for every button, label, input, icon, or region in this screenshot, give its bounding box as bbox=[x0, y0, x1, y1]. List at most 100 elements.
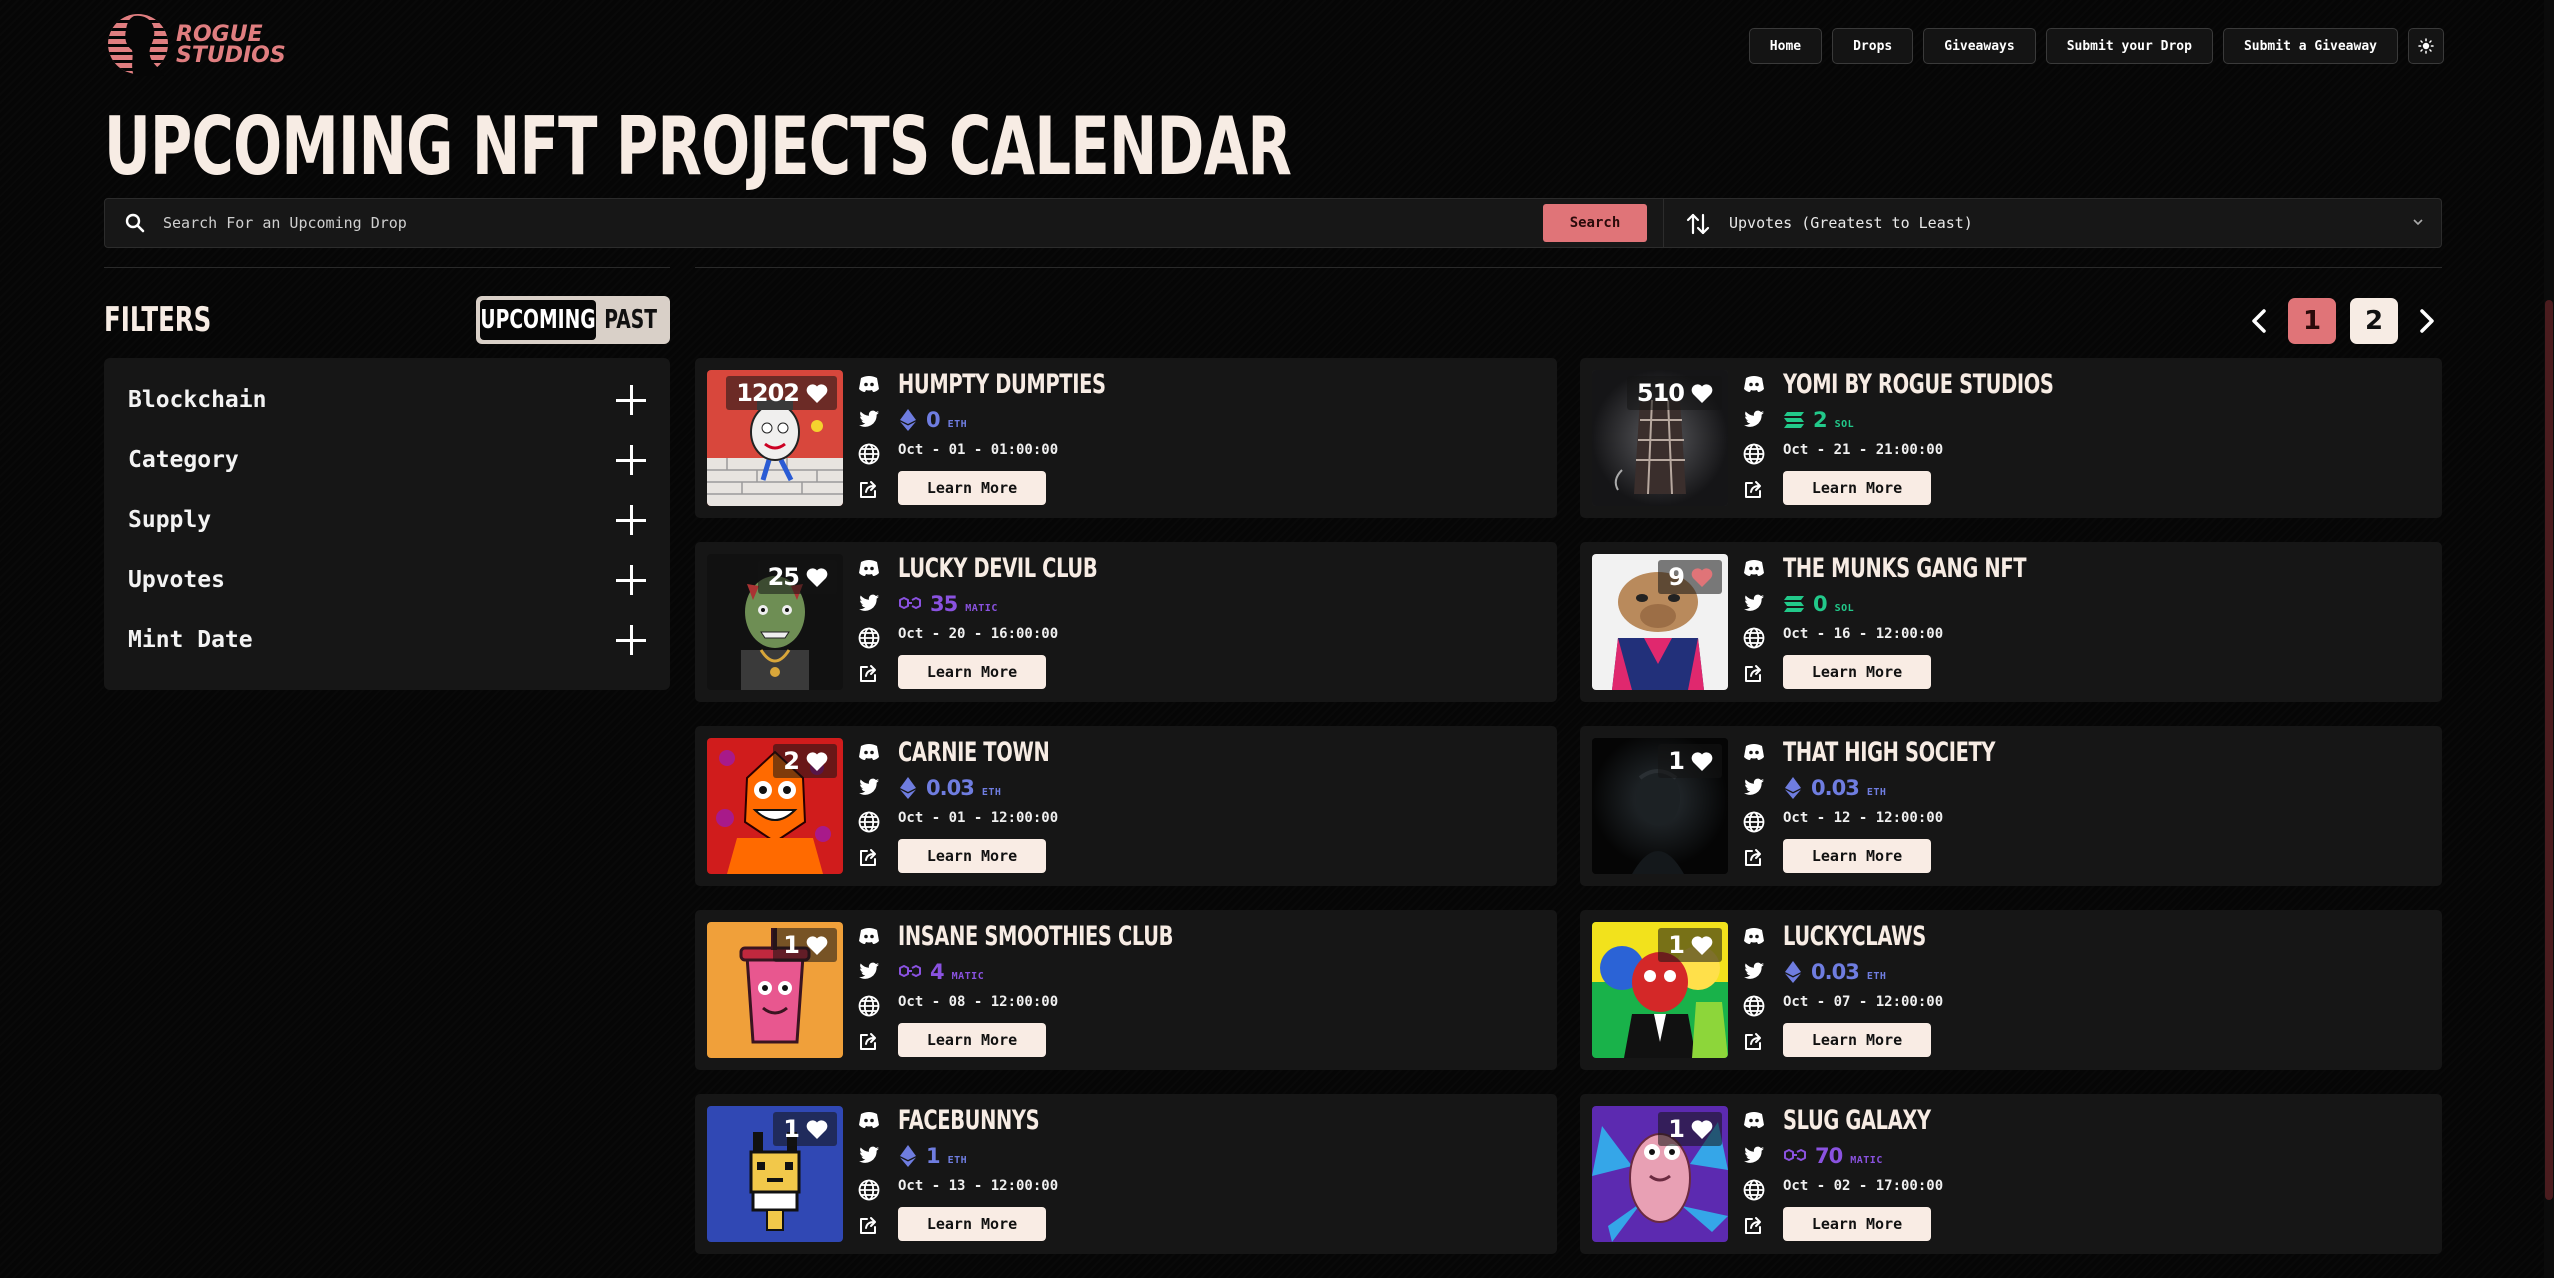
learn-more-button[interactable]: Learn More bbox=[898, 471, 1046, 505]
share-icon[interactable] bbox=[1742, 477, 1766, 501]
project-image[interactable]: 9 bbox=[1592, 554, 1728, 690]
learn-more-button[interactable]: Learn More bbox=[898, 655, 1046, 689]
globe-icon[interactable] bbox=[857, 994, 881, 1018]
page-2-button[interactable]: 2 bbox=[2350, 298, 2398, 344]
plus-icon[interactable] bbox=[616, 505, 646, 535]
project-image[interactable]: 1 bbox=[1592, 1106, 1728, 1242]
project-card[interactable]: 9 THE MUNKS GANG NFT 0 SOL Oct - 16 - 12:00:… bbox=[1580, 542, 2442, 702]
globe-icon[interactable] bbox=[1742, 1178, 1766, 1202]
globe-icon[interactable] bbox=[857, 626, 881, 650]
discord-icon[interactable] bbox=[1742, 556, 1766, 580]
nav-submit-giveaway-button[interactable]: Submit a Giveaway bbox=[2222, 28, 2398, 64]
rogue-studios-logo[interactable]: ROGUE STUDIOS bbox=[104, 10, 286, 76]
project-image[interactable]: 2 bbox=[707, 738, 843, 874]
upvote-button[interactable]: 510 bbox=[1626, 376, 1722, 410]
upvote-button[interactable]: 1 bbox=[773, 1112, 837, 1146]
sort-select[interactable]: Upvotes (Greatest to Least) bbox=[1729, 214, 1973, 232]
discord-icon[interactable] bbox=[857, 1108, 881, 1132]
project-card[interactable]: 1202 HUMPTY DUMPTIES 0 ETH Oct - 01 - 01:00:… bbox=[695, 358, 1557, 518]
globe-icon[interactable] bbox=[1742, 810, 1766, 834]
share-icon[interactable] bbox=[857, 845, 881, 869]
project-card[interactable]: 2 CARNIE TOWN 0.03 ETH Oct - 01 - 12:00:00 Le… bbox=[695, 726, 1557, 886]
upvote-button[interactable]: 2 bbox=[773, 744, 837, 778]
upvote-button[interactable]: 1 bbox=[773, 928, 837, 962]
share-icon[interactable] bbox=[857, 1029, 881, 1053]
learn-more-button[interactable]: Learn More bbox=[898, 839, 1046, 873]
discord-icon[interactable] bbox=[1742, 372, 1766, 396]
discord-icon[interactable] bbox=[1742, 740, 1766, 764]
project-image[interactable]: 1 bbox=[707, 1106, 843, 1242]
discord-icon[interactable] bbox=[857, 372, 881, 396]
project-image[interactable]: 1 bbox=[1592, 922, 1728, 1058]
learn-more-button[interactable]: Learn More bbox=[898, 1023, 1046, 1057]
globe-icon[interactable] bbox=[1742, 626, 1766, 650]
learn-more-button[interactable]: Learn More bbox=[1783, 1023, 1931, 1057]
next-page-button[interactable] bbox=[2412, 298, 2442, 344]
project-card[interactable]: 1 SLUG GALAXY 70 MATIC Oct - 02 - 17:00:00 Le… bbox=[1580, 1094, 2442, 1254]
globe-icon[interactable] bbox=[857, 1178, 881, 1202]
twitter-icon[interactable] bbox=[857, 959, 881, 983]
twitter-icon[interactable] bbox=[857, 1143, 881, 1167]
discord-icon[interactable] bbox=[857, 740, 881, 764]
filter-blockchain[interactable]: Blockchain bbox=[128, 370, 646, 430]
share-icon[interactable] bbox=[1742, 661, 1766, 685]
search-button[interactable]: Search bbox=[1543, 204, 1647, 242]
nav-giveaways-button[interactable]: Giveaways bbox=[1923, 28, 2036, 64]
project-image[interactable]: 1202 bbox=[707, 370, 843, 506]
discord-icon[interactable] bbox=[857, 556, 881, 580]
project-image[interactable]: 1 bbox=[1592, 738, 1728, 874]
share-icon[interactable] bbox=[1742, 845, 1766, 869]
nav-home-button[interactable]: Home bbox=[1748, 28, 1823, 64]
share-icon[interactable] bbox=[857, 1213, 881, 1237]
upvote-button[interactable]: 1 bbox=[1658, 928, 1722, 962]
discord-icon[interactable] bbox=[1742, 1108, 1766, 1132]
plus-icon[interactable] bbox=[616, 625, 646, 655]
share-icon[interactable] bbox=[1742, 1213, 1766, 1237]
plus-icon[interactable] bbox=[616, 445, 646, 475]
twitter-icon[interactable] bbox=[1742, 407, 1766, 431]
chevron-down-icon[interactable] bbox=[2411, 215, 2425, 229]
filter-category[interactable]: Category bbox=[128, 430, 646, 490]
share-icon[interactable] bbox=[857, 661, 881, 685]
nav-submit-drop-button[interactable]: Submit your Drop bbox=[2045, 28, 2213, 64]
learn-more-button[interactable]: Learn More bbox=[898, 1207, 1046, 1241]
twitter-icon[interactable] bbox=[1742, 775, 1766, 799]
discord-icon[interactable] bbox=[857, 924, 881, 948]
prev-page-button[interactable] bbox=[2244, 298, 2274, 344]
theme-toggle-button[interactable] bbox=[2408, 28, 2444, 64]
discord-icon[interactable] bbox=[1742, 924, 1766, 948]
upvote-button[interactable]: 1 bbox=[1658, 744, 1722, 778]
plus-icon[interactable] bbox=[616, 385, 646, 415]
scrollbar-thumb[interactable] bbox=[2545, 300, 2553, 1200]
globe-icon[interactable] bbox=[1742, 442, 1766, 466]
upvote-button[interactable]: 1202 bbox=[726, 376, 837, 410]
globe-icon[interactable] bbox=[1742, 994, 1766, 1018]
twitter-icon[interactable] bbox=[1742, 959, 1766, 983]
project-image[interactable]: 25 bbox=[707, 554, 843, 690]
plus-icon[interactable] bbox=[616, 565, 646, 595]
project-card[interactable]: 510 YOMI BY ROGUE STUDIOS 2 SOL Oct - 21 - 2… bbox=[1580, 358, 2442, 518]
upvote-button[interactable]: 25 bbox=[757, 560, 837, 594]
upvote-button[interactable]: 1 bbox=[1658, 1112, 1722, 1146]
search-input[interactable] bbox=[163, 199, 1623, 247]
filter-supply[interactable]: Supply bbox=[128, 490, 646, 550]
scrollbar[interactable] bbox=[2544, 0, 2554, 1278]
project-image[interactable]: 1 bbox=[707, 922, 843, 1058]
twitter-icon[interactable] bbox=[857, 407, 881, 431]
learn-more-button[interactable]: Learn More bbox=[1783, 655, 1931, 689]
globe-icon[interactable] bbox=[857, 810, 881, 834]
page-1-button[interactable]: 1 bbox=[2288, 298, 2336, 344]
nav-drops-button[interactable]: Drops bbox=[1832, 28, 1914, 64]
toggle-past[interactable]: PAST bbox=[596, 300, 666, 340]
twitter-icon[interactable] bbox=[1742, 1143, 1766, 1167]
project-image[interactable]: 510 bbox=[1592, 370, 1728, 506]
twitter-icon[interactable] bbox=[857, 775, 881, 799]
globe-icon[interactable] bbox=[857, 442, 881, 466]
project-card[interactable]: 1 FACEBUNNYS 1 ETH Oct - 13 - 12:00:00 Learn … bbox=[695, 1094, 1557, 1254]
project-card[interactable]: 1 THAT HIGH SOCIETY 0.03 ETH Oct - 12 - 12:0… bbox=[1580, 726, 2442, 886]
project-card[interactable]: 1 INSANE SMOOTHIES CLUB 4 MATIC Oct - 08 - 1… bbox=[695, 910, 1557, 1070]
project-card[interactable]: 25 LUCKY DEVIL CLUB 35 MATIC Oct - 20 - 16:0… bbox=[695, 542, 1557, 702]
share-icon[interactable] bbox=[857, 477, 881, 501]
twitter-icon[interactable] bbox=[857, 591, 881, 615]
learn-more-button[interactable]: Learn More bbox=[1783, 839, 1931, 873]
